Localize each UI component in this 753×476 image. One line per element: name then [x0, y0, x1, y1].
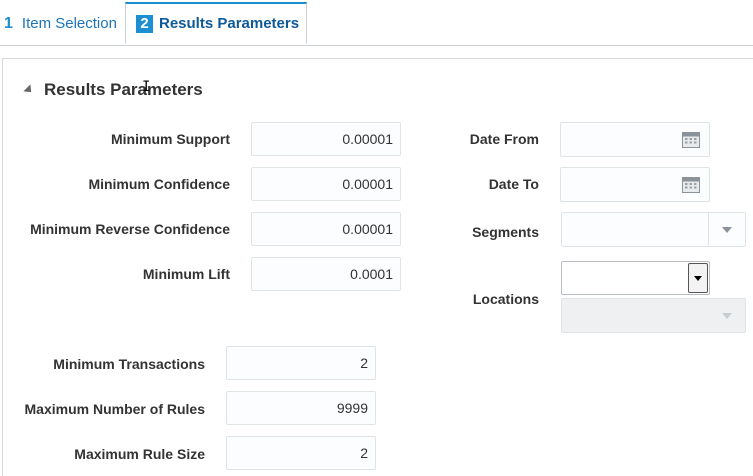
minimum-confidence-label: Minimum Confidence — [88, 176, 230, 192]
minimum-support-input[interactable]: 0.00001 — [251, 122, 401, 156]
date-to-label: Date To — [488, 176, 539, 192]
segments-dropdown-button[interactable] — [708, 213, 745, 246]
minimum-support-label: Minimum Support — [111, 131, 230, 147]
date-to-input[interactable] — [560, 167, 710, 202]
minimum-reverse-confidence-input[interactable]: 0.00001 — [251, 212, 401, 246]
collapse-triangle-icon[interactable] — [23, 84, 35, 96]
minimum-transactions-input[interactable]: 2 — [226, 346, 376, 380]
date-from-input[interactable] — [560, 122, 710, 157]
segments-select[interactable] — [561, 212, 746, 247]
minimum-transactions-label: Minimum Transactions — [53, 356, 205, 372]
tab-label: Results Parameters — [159, 15, 300, 32]
locations-secondary-select — [561, 298, 746, 333]
minimum-reverse-confidence-label: Minimum Reverse Confidence — [30, 221, 230, 237]
chevron-down-icon — [722, 312, 732, 319]
tab-item-selection[interactable]: 1 Item Selection — [0, 3, 124, 44]
minimum-confidence-input[interactable]: 0.00001 — [251, 167, 401, 201]
tab-bar: 1 Item Selection 2 Results Parameters — [0, 0, 753, 46]
maximum-rule-size-input[interactable]: 2 — [226, 436, 376, 470]
date-from-label: Date From — [469, 131, 539, 147]
tab-label: Item Selection — [21, 15, 117, 32]
chevron-down-icon — [694, 275, 702, 281]
tab-number: 1 — [4, 14, 13, 32]
calendar-icon[interactable] — [682, 176, 700, 193]
locations-label: Locations — [472, 291, 539, 307]
section-header[interactable]: Results Parameters — [23, 80, 203, 100]
chevron-down-icon — [722, 226, 732, 233]
maximum-rule-size-label: Maximum Rule Size — [74, 446, 205, 462]
tab-number: 2 — [136, 14, 153, 33]
maximum-number-of-rules-label: Maximum Number of Rules — [24, 401, 205, 417]
tab-results-parameters[interactable]: 2 Results Parameters — [125, 2, 307, 44]
calendar-icon[interactable] — [682, 131, 700, 148]
maximum-number-of-rules-input[interactable]: 9999 — [226, 391, 376, 425]
section-title: Results Parameters — [44, 80, 203, 99]
minimum-lift-label: Minimum Lift — [142, 266, 230, 282]
segments-label: Segments — [472, 224, 539, 240]
locations-secondary-dropdown-button — [709, 299, 745, 332]
locations-dropdown-button[interactable] — [688, 263, 708, 293]
text-cursor-icon: I — [142, 79, 151, 95]
minimum-lift-input[interactable]: 0.0001 — [251, 257, 401, 291]
locations-select[interactable] — [561, 261, 710, 295]
